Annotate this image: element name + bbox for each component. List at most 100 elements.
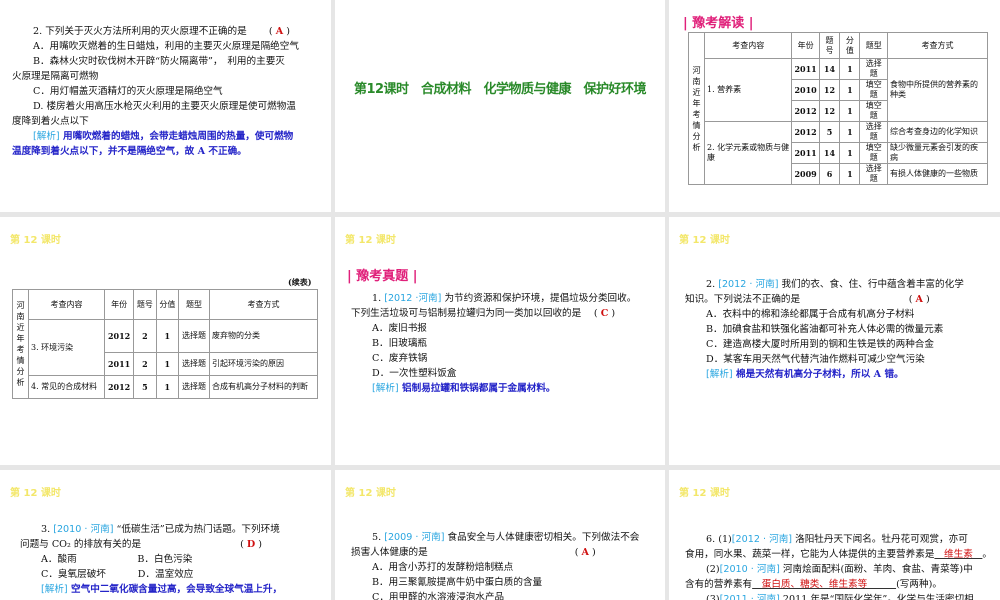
table-cell: 食物中所提供的营养素的种类 bbox=[886, 58, 989, 122]
slide-7[interactable]: 第 12 课时 3. [2010 · 河南] “低碳生活”已成为热门话题。下列环境… bbox=[0, 470, 331, 600]
table-row: 3. 环境污染 2012 2 1 选择题 废弃物的分类 bbox=[13, 319, 318, 376]
filled-blank: 蛋白质、糖类、维生素等 bbox=[752, 579, 897, 590]
text-line: A．衣料中的棉和涤纶都属于合成有机高分子材料 bbox=[685, 307, 964, 322]
table-cell: 1 bbox=[839, 58, 861, 80]
analysis-label: [解析] bbox=[372, 383, 399, 394]
lesson-label: 第 12 课时 bbox=[679, 488, 730, 499]
filled-blank: 维生素 bbox=[934, 549, 983, 560]
table-cell: 5 bbox=[133, 375, 157, 399]
text-segment: C．臭氧层破坏 D．温室效应 bbox=[41, 569, 194, 580]
slide-8[interactable]: 第 12 课时 5. [2009 · 河南] 食品安全与人体健康密切相关。下列做法… bbox=[335, 470, 665, 600]
text-segment: D．某客车用天然气代替汽油作燃料可减少空气污染 bbox=[706, 354, 925, 365]
lesson-label: 第 12 课时 bbox=[345, 235, 396, 246]
table-cell: 2 bbox=[133, 319, 157, 353]
text-line: 度降到着火点以下 bbox=[12, 114, 299, 129]
table-cell: 12 bbox=[818, 100, 841, 122]
text-line: A．废旧书报 bbox=[351, 321, 636, 336]
text-segment: D. 楼房着火用高压水枪灭火利用的主要灭火原理是使可燃物温 bbox=[33, 101, 296, 112]
analysis-label: [解析] bbox=[41, 584, 68, 595]
slide-3[interactable]: | 豫考解读 | 河南近年考情分析 考查内容 年份 题号 分值 题型 考查方式 1. 营养素 20… bbox=[669, 0, 1000, 212]
table-cell: 2. 化学元素或物质与健康 bbox=[703, 121, 793, 185]
text-segment: ) bbox=[922, 294, 930, 305]
table-cell: 2011 bbox=[104, 352, 135, 376]
table-cell: 填空题 bbox=[859, 100, 888, 122]
text-segment: “低碳生活”已成为热门话题。下列环境 bbox=[113, 524, 280, 535]
source-tag: [2010 · 河南] bbox=[719, 564, 780, 575]
slide-9[interactable]: 第 12 课时 6. (1)[2012 · 河南] 洛阳牡丹天下闻名。牡丹花可观赏… bbox=[669, 470, 1000, 600]
text-segment: 我们的衣、食、住、行中蕴含着丰富的化学 bbox=[778, 279, 964, 290]
text-segment: C．用灯帽盖灭酒精灯的灭火原理是隔绝空气 bbox=[33, 86, 223, 97]
lesson-label: 第 12 课时 bbox=[10, 488, 61, 499]
text-line: B．旧玻璃瓶 bbox=[351, 336, 636, 351]
table-cell: 合成有机高分子材料的判断 bbox=[209, 375, 318, 399]
text-line: 问题与 CO₂ 的排放有关的是 ( D ) bbox=[20, 537, 282, 552]
table-cell: 选择题 bbox=[178, 319, 211, 353]
analysis-text: 温度降到着火点以下，并不是隔绝空气，故 A 不正确。 bbox=[12, 146, 247, 157]
text-line: [解析] 铝制易拉罐和铁锅都属于金属材料。 bbox=[351, 381, 636, 396]
source-tag: [2010 · 河南] bbox=[53, 524, 114, 535]
table-cell: 14 bbox=[818, 58, 841, 80]
text-segment: 2011 年是“国际化学年”。化学与生活密切相 bbox=[779, 594, 974, 600]
table-header-cell: 年份 bbox=[791, 32, 820, 59]
text-segment: 度降到着火点以下 bbox=[12, 116, 89, 127]
text-segment: (写两种)。 bbox=[896, 579, 942, 590]
text-segment: 食品安全与人体健康密切相关。下列做法不会 bbox=[444, 532, 640, 543]
table-cell: 选择题 bbox=[178, 352, 211, 376]
table-cell: 2 bbox=[133, 352, 157, 376]
text-line: 火原理是隔离可燃物 bbox=[12, 69, 299, 84]
section-heading: | 豫考真题 | bbox=[347, 269, 418, 284]
text-segment: C．废弃铁锅 bbox=[372, 353, 428, 364]
text-line: B．森林火灾时砍伐树木开辟“防火隔离带”， 利用的主要灭 bbox=[12, 54, 299, 69]
analysis-text: 空气中二氧化碳含量过高，会导致全球气温上升， bbox=[67, 584, 283, 595]
table-cell: 4. 常见的合成材料 bbox=[27, 375, 106, 399]
text-line: 温度降到着火点以下，并不是隔绝空气，故 A 不正确。 bbox=[12, 144, 299, 159]
slide-6[interactable]: 第 12 课时 2. [2012 · 河南] 我们的衣、食、住、行中蕴含着丰富的化… bbox=[669, 217, 1000, 465]
text-segment: 下列生活垃圾可与铝制易拉罐归为同一类加以回收的是 ( bbox=[351, 308, 601, 319]
slide-2[interactable]: 第12课时 合成材料 化学物质与健康 保护好环境 bbox=[335, 0, 665, 212]
table-cell: 1 bbox=[839, 142, 861, 164]
table-cell: 1 bbox=[155, 319, 180, 353]
text-segment: 知识。下列说法不正确的是 ( bbox=[685, 294, 916, 305]
table-cell: 填空题 bbox=[859, 79, 888, 101]
table-cell: 2012 bbox=[104, 319, 135, 353]
text-line: C．臭氧层破坏 D．温室效应 bbox=[20, 567, 282, 582]
table-cell: 14 bbox=[818, 142, 841, 164]
table-header-cell: 考查内容 bbox=[703, 32, 793, 59]
text-segment: 问题与 CO₂ 的排放有关的是 ( bbox=[20, 539, 247, 550]
lesson-label: 第 12 课时 bbox=[345, 488, 396, 499]
text-line: [解析] 空气中二氧化碳含量过高，会导致全球气温上升， bbox=[20, 582, 282, 597]
analysis-text: 铝制易拉罐和铁锅都属于金属材料。 bbox=[398, 383, 556, 394]
table-cell: 选择题 bbox=[178, 375, 211, 399]
table-cell: 6 bbox=[818, 163, 841, 185]
text-line: A．酸雨 B．白色污染 bbox=[20, 552, 282, 567]
table-cell: 1 bbox=[839, 163, 861, 185]
table-cell: 选择题 bbox=[859, 121, 888, 143]
table-cell: 有损人体健康的一些物质 bbox=[886, 163, 989, 185]
table-header-cell: 年份 bbox=[104, 289, 135, 320]
text-segment: A．用嘴吹灭燃着的生日蜡烛，利用的主要灭火原理是隔绝空气 bbox=[33, 41, 299, 52]
table-cell: 2009 bbox=[791, 163, 820, 185]
table-cell: 填空题 bbox=[859, 142, 888, 164]
text-line: (3)[2011 · 河南] 2011 年是“国际化学年”。化学与生活密切相 bbox=[685, 592, 992, 600]
analysis-text: 用嘴吹燃着的蜡烛，会带走蜡烛周围的热量，使可燃物 bbox=[59, 131, 294, 142]
slide-4[interactable]: 第 12 课时 (续表) 河南近年考情分析 考查内容 年份 题号 分值 题型 考查方式 3. 环境… bbox=[0, 217, 331, 465]
question-text: 3. [2010 · 河南] “低碳生活”已成为热门话题。下列环境问题与 CO₂… bbox=[20, 522, 282, 597]
text-line: C．用灯帽盖灭酒精灯的灭火原理是隔绝空气 bbox=[12, 84, 299, 99]
text-line: D．一次性塑料饭盒 bbox=[351, 366, 636, 381]
text-segment: 3. bbox=[41, 524, 54, 535]
text-segment: 火原理是隔离可燃物 bbox=[12, 71, 99, 82]
slide-1[interactable]: 2. 下列关于灭火方法所利用的灭火原理不正确的是 ( A ) A．用嘴吹灭燃着的生… bbox=[0, 0, 331, 212]
lesson-label: 第 12 课时 bbox=[10, 235, 61, 246]
answer-text: A bbox=[915, 294, 923, 305]
table-cell: 2012 bbox=[791, 121, 820, 143]
table-cell: 选择题 bbox=[859, 163, 888, 185]
answer-text: A bbox=[581, 547, 589, 558]
analysis-text: 棉是天然有机高分子材料，所以 A 错。 bbox=[732, 369, 904, 380]
text-line: B．用三聚氰胺提高牛奶中蛋白质的含量 bbox=[351, 575, 639, 590]
text-line: A．用含小苏打的发酵粉焙制糕点 bbox=[351, 560, 639, 575]
text-segment: A．衣料中的棉和涤纶都属于合成有机高分子材料 bbox=[706, 309, 915, 320]
text-line: 5. [2009 · 河南] 食品安全与人体健康密切相关。下列做法不会 bbox=[351, 530, 639, 545]
slide-5[interactable]: 第 12 课时 | 豫考真题 | 1. [2012 ·河南] 为节约资源和保护环境，… bbox=[335, 217, 665, 465]
table-cell: 1 bbox=[155, 352, 180, 376]
text-line: 食用，同水果、蔬菜一样，它能为人体提供的主要营养素是 维生素 。 bbox=[685, 547, 992, 562]
